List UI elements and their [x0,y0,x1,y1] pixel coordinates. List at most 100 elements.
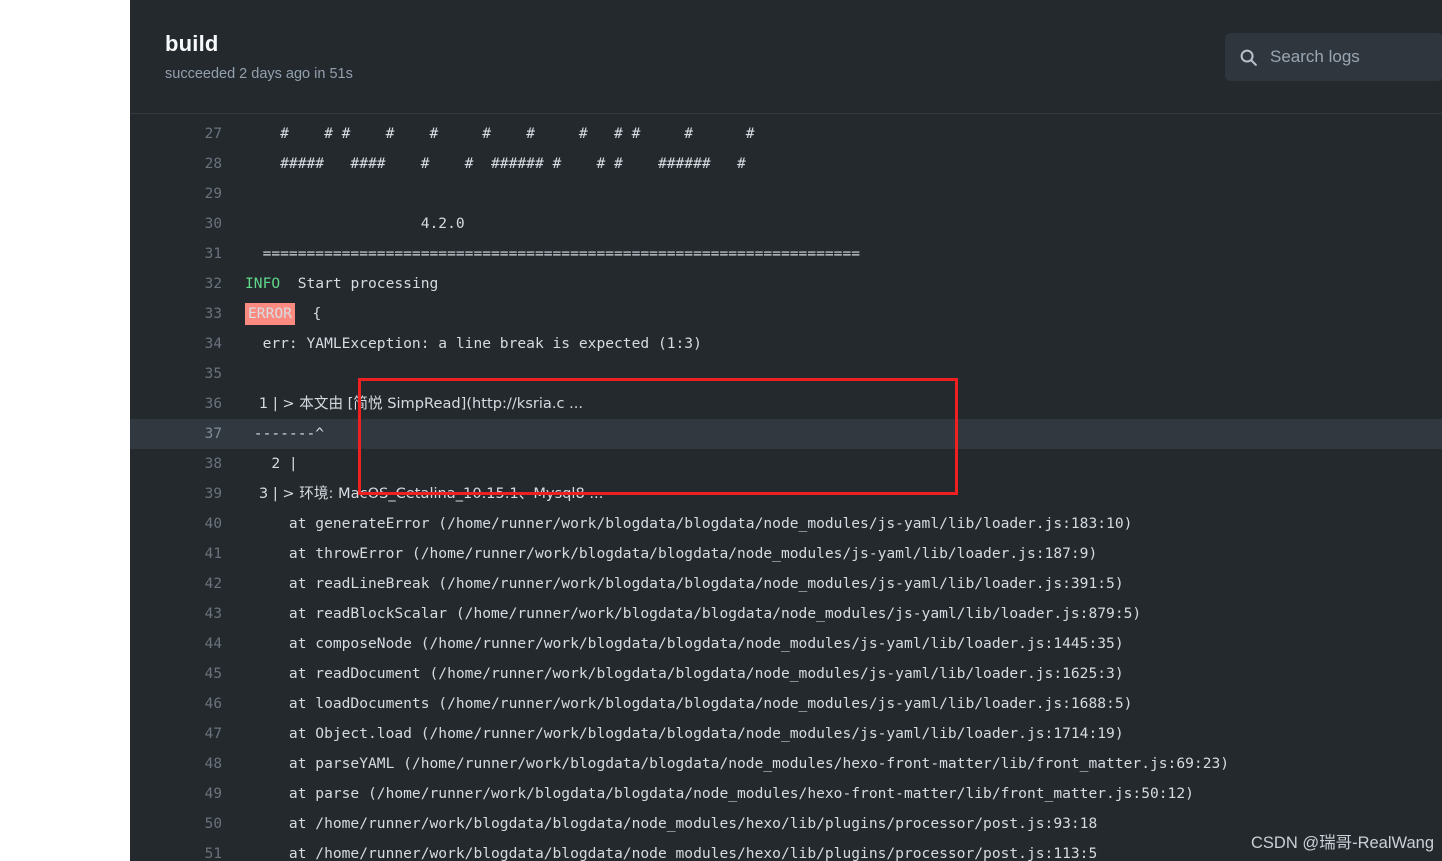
log-viewer-page: build succeeded 2 days ago in 51s 27 # #… [0,0,1442,861]
log-line: 39 3 | > 环境: MacOS_Cetalina_10.15.1、Mysq… [130,479,1442,509]
line-number: 46 [204,696,222,712]
line-content: 2 | [222,449,298,479]
build-log-panel: build succeeded 2 days ago in 51s 27 # #… [130,0,1442,861]
log-line: 46 at loadDocuments (/home/runner/work/b… [130,689,1442,719]
line-text: { [312,305,322,322]
log-line: 27 # # # # # # # # # # # # [130,119,1442,149]
log-line: 33 ERROR { [130,299,1442,329]
line-content: at readLineBreak (/home/runner/work/blog… [222,569,1124,599]
line-number: 38 [204,456,222,472]
log-line: 30 4.2.0 [130,209,1442,239]
log-line: 32 INFO Start processing [130,269,1442,299]
line-content: at /home/runner/work/blogdata/blogdata/n… [222,809,1097,839]
line-content: ========================================… [222,239,860,269]
line-content: at parseYAML (/home/runner/work/blogdata… [222,749,1229,779]
log-line: 31 =====================================… [130,239,1442,269]
line-content: at readDocument (/home/runner/work/blogd… [222,659,1124,689]
log-line: 42 at readLineBreak (/home/runner/work/b… [130,569,1442,599]
line-text: 2 | [245,455,298,472]
line-text: at /home/runner/work/blogdata/blogdata/n… [245,815,1098,832]
line-content: ERROR { [222,299,321,329]
line-number: 49 [204,786,222,802]
log-line: 38 2 | [130,449,1442,479]
line-content: at generateError (/home/runner/work/blog… [222,509,1132,539]
log-line: 50 at /home/runner/work/blogdata/blogdat… [130,809,1442,839]
line-number: 40 [204,516,222,532]
line-content: at throwError (/home/runner/work/blogdat… [222,539,1097,569]
log-line: 44 at composeNode (/home/runner/work/blo… [130,629,1442,659]
line-number: 42 [204,576,222,592]
log-line: 41 at throwError (/home/runner/work/blog… [130,539,1442,569]
line-content: INFO Start processing [222,269,438,299]
line-text: at composeNode (/home/runner/work/blogda… [245,635,1124,652]
log-header: build succeeded 2 days ago in 51s [130,0,1442,114]
line-content: err: YAMLException: a line break is expe… [222,329,702,359]
csdn-watermark: CSDN @瑞哥-RealWang [1250,834,1434,852]
log-line: 37 -------^ [130,419,1442,449]
line-text: at parse (/home/runner/work/blogdata/blo… [245,785,1194,802]
line-text: 1 | > 本文由 [简悦 SimpRead](http://ksria.c .… [245,395,584,412]
log-line: 47 at Object.load (/home/runner/work/blo… [130,719,1442,749]
line-content: -------^ [222,419,324,449]
log-line: 29 [130,179,1442,209]
error-token: ERROR [245,303,295,325]
line-number: 44 [204,636,222,652]
line-text: at parseYAML (/home/runner/work/blogdata… [245,755,1230,772]
line-text: ##### #### # # ###### # # # ###### # [245,155,746,172]
line-content: at composeNode (/home/runner/work/blogda… [222,629,1124,659]
line-content: at /home/runner/work/blogdata/blogdata/n… [222,839,1097,861]
line-number: 29 [204,186,222,202]
build-status-text: succeeded 2 days ago in 51s [165,66,353,82]
line-text: at generateError (/home/runner/work/blog… [245,515,1133,532]
line-text: at readBlockScalar (/home/runner/work/bl… [245,605,1142,622]
line-content: at Object.load (/home/runner/work/blogda… [222,719,1124,749]
log-line: 35 [130,359,1442,389]
line-text: at throwError (/home/runner/work/blogdat… [245,545,1098,562]
line-content: at readBlockScalar (/home/runner/work/bl… [222,599,1141,629]
search-input[interactable] [1270,47,1430,67]
line-text: # # # # # # # # # # # # [245,125,755,142]
line-text: 3 | > 环境: MacOS_Cetalina_10.15.1、Mysql8 … [245,485,604,502]
info-token: INFO [245,275,281,292]
line-number: 43 [204,606,222,622]
line-text: err: YAMLException: a line break is expe… [245,335,702,352]
line-content: at loadDocuments (/home/runner/work/blog… [222,689,1132,719]
line-text: Start processing [297,275,439,292]
line-number: 31 [204,246,222,262]
log-line: 49 at parse (/home/runner/work/blogdata/… [130,779,1442,809]
line-number: 33 [204,306,222,322]
line-number: 36 [204,396,222,412]
line-number: 32 [204,276,222,292]
line-number: 47 [204,726,222,742]
line-number: 37 [204,426,222,442]
line-text: at readDocument (/home/runner/work/blogd… [245,665,1124,682]
log-output[interactable]: 27 # # # # # # # # # # # #28 ##### #### … [130,114,1442,861]
line-number: 41 [204,546,222,562]
line-number: 50 [204,816,222,832]
line-number: 48 [204,756,222,772]
line-text: at /home/runner/work/blogdata/blogdata/n… [245,845,1098,861]
line-content: 3 | > 环境: MacOS_Cetalina_10.15.1、Mysql8 … [222,479,603,509]
line-number: 30 [204,216,222,232]
line-content: 1 | > 本文由 [简悦 SimpRead](http://ksria.c .… [222,389,583,419]
line-text: -------^ [245,425,325,442]
log-line: 28 ##### #### # # ###### # # # ###### # [130,149,1442,179]
log-line: 43 at readBlockScalar (/home/runner/work… [130,599,1442,629]
search-logs-box[interactable] [1225,33,1442,81]
line-content: 4.2.0 [222,209,465,239]
line-content: ##### #### # # ###### # # # ###### # [222,149,746,179]
line-text: at Object.load (/home/runner/work/blogda… [245,725,1124,742]
line-number: 27 [204,126,222,142]
line-text: 4.2.0 [245,215,465,232]
line-number: 51 [204,846,222,861]
log-line: 36 1 | > 本文由 [简悦 SimpRead](http://ksria.… [130,389,1442,419]
line-text: at readLineBreak (/home/runner/work/blog… [245,575,1124,592]
line-text: at loadDocuments (/home/runner/work/blog… [245,695,1133,712]
line-content: at parse (/home/runner/work/blogdata/blo… [222,779,1194,809]
line-number: 35 [204,366,222,382]
line-number: 28 [204,156,222,172]
log-line: 34 err: YAMLException: a line break is e… [130,329,1442,359]
line-number: 39 [204,486,222,502]
log-line: 40 at generateError (/home/runner/work/b… [130,509,1442,539]
log-line: 48 at parseYAML (/home/runner/work/blogd… [130,749,1442,779]
